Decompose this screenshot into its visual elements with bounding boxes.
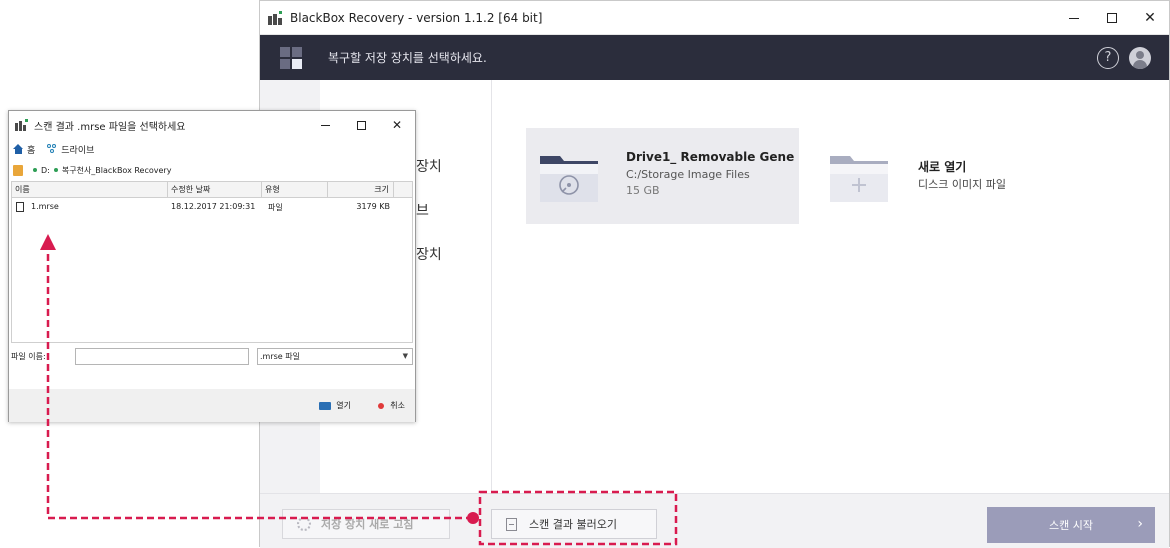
file-cabinet-icon (506, 517, 517, 531)
nav-item-drives[interactable]: 브 (416, 200, 429, 220)
panel-divider (491, 80, 492, 493)
open-button[interactable]: 열기 (319, 400, 351, 411)
file-type-select[interactable]: .mrse 파일 ▼ (257, 348, 413, 365)
dialog-nav: 홈 드라이브 (13, 142, 94, 156)
minimize-button[interactable] (1055, 1, 1093, 35)
dialog-close-button[interactable]: ✕ (379, 111, 415, 139)
chevron-right-icon: › (1137, 516, 1143, 532)
path-folder[interactable]: 복구천사_BlackBox Recovery (62, 165, 172, 176)
minimize-icon (320, 124, 330, 126)
close-icon: ✕ (391, 118, 403, 132)
drive-card[interactable]: Drive1_ Removable Gener... C:/Storage Im… (526, 128, 799, 224)
dialog-minimize-button[interactable] (307, 111, 343, 139)
nav-item-devices[interactable]: 장치 (416, 156, 442, 176)
chevron-down-icon: ▼ (402, 352, 408, 360)
drive-path: C:/Storage Image Files (626, 168, 750, 181)
file-row[interactable]: 1.mrse 18.12.2017 21:09:31 파일 3179 KB (12, 201, 412, 215)
menu-grid-icon[interactable] (280, 46, 302, 69)
file-modified: 18.12.2017 21:09:31 (171, 202, 256, 211)
dialog-title: 스캔 결과 .mrse 파일을 선택하세요 (34, 121, 186, 133)
window-controls: ✕ (1055, 1, 1169, 35)
main-titlebar[interactable]: BlackBox Recovery - version 1.1.2 [64 bi… (260, 1, 1169, 35)
maximize-icon (1107, 13, 1117, 23)
drive-folder-icon (540, 156, 598, 202)
path-bar[interactable]: D: 복구천사_BlackBox Recovery (13, 162, 413, 178)
minimize-icon (1069, 17, 1079, 19)
dialog-window-controls: ✕ (307, 111, 415, 139)
maximize-button[interactable] (1093, 1, 1131, 35)
open-image-card[interactable]: 새로 열기 디스크 이미지 파일 (820, 128, 1080, 224)
column-name[interactable]: 이름 (12, 182, 168, 198)
drive-size: 15 GB (626, 184, 660, 197)
dialog-footer: 열기 취소 (9, 389, 415, 422)
drive-name: Drive1_ Removable Gener... (626, 150, 794, 164)
dialog-maximize-button[interactable] (343, 111, 379, 139)
open-label: 열기 (336, 401, 351, 410)
refresh-label: 저장 장치 새로 고침 (321, 518, 414, 531)
drive-network-icon[interactable] (47, 144, 58, 154)
refresh-spinner-icon (297, 517, 311, 531)
open-file-dialog: 스캔 결과 .mrse 파일을 선택하세요 ✕ 홈 드라이브 D: 복구천사_B… (8, 110, 416, 422)
nav-drive-link[interactable]: 드라이브 (61, 143, 94, 156)
open-folder-icon (319, 401, 332, 410)
file-type: 파일 (268, 203, 283, 212)
file-list[interactable]: 이름 수정한 날짜 유형 크기 1.mrse 18.12.2017 21:09:… (11, 181, 413, 343)
filename-input[interactable] (75, 348, 249, 365)
close-icon: ✕ (1144, 10, 1156, 26)
path-separator-icon (53, 168, 58, 172)
filename-label: 파일 이름: (11, 352, 46, 361)
user-icon[interactable] (1129, 47, 1151, 69)
nav-item-other-devices[interactable]: 장치 (416, 244, 442, 264)
cancel-dot-icon (378, 402, 385, 409)
load-scan-results-button[interactable]: 스캔 결과 불러오기 (491, 509, 657, 539)
column-size[interactable]: 크기 (328, 182, 394, 198)
path-drive[interactable]: D: (41, 166, 50, 175)
add-folder-icon (830, 156, 888, 202)
dialog-titlebar[interactable]: 스캔 결과 .mrse 파일을 선택하세요 ✕ (9, 111, 415, 139)
toolbar-prompt: 복구할 저장 장치를 선택하세요. (328, 51, 487, 65)
nav-home-link[interactable]: 홈 (27, 143, 35, 156)
refresh-devices-button[interactable]: 저장 장치 새로 고침 (282, 509, 450, 539)
top-toolbar: 복구할 저장 장치를 선택하세요. ? (260, 35, 1169, 80)
window-title: BlackBox Recovery - version 1.1.2 [64 bi… (290, 10, 543, 25)
start-scan-label: 스캔 시작 (1049, 519, 1093, 532)
open-new-title: 새로 열기 (918, 160, 967, 174)
close-button[interactable]: ✕ (1131, 1, 1169, 35)
bottom-bar: 저장 장치 새로 고침 스캔 결과 불러오기 스캔 시작 › (260, 493, 1169, 548)
start-scan-button[interactable]: 스캔 시작 › (987, 507, 1155, 543)
file-list-header: 이름 수정한 날짜 유형 크기 (12, 182, 412, 198)
cancel-label: 취소 (390, 401, 405, 410)
file-size: 3179 KB (356, 202, 390, 211)
column-modified[interactable]: 수정한 날짜 (168, 182, 262, 198)
file-name: 1.mrse (31, 202, 59, 211)
path-separator-icon (33, 168, 37, 172)
load-scan-label: 스캔 결과 불러오기 (529, 518, 617, 531)
cancel-button[interactable]: 취소 (378, 400, 405, 411)
app-icon (268, 10, 284, 25)
home-icon[interactable] (13, 144, 24, 154)
maximize-icon (356, 120, 366, 130)
folder-icon (13, 164, 23, 176)
file-type-value: .mrse 파일 (260, 352, 300, 361)
help-icon[interactable]: ? (1097, 47, 1119, 69)
file-icon (16, 202, 24, 212)
open-new-subtitle: 디스크 이미지 파일 (918, 178, 1006, 191)
column-type[interactable]: 유형 (262, 182, 328, 198)
dialog-app-icon (15, 119, 29, 131)
